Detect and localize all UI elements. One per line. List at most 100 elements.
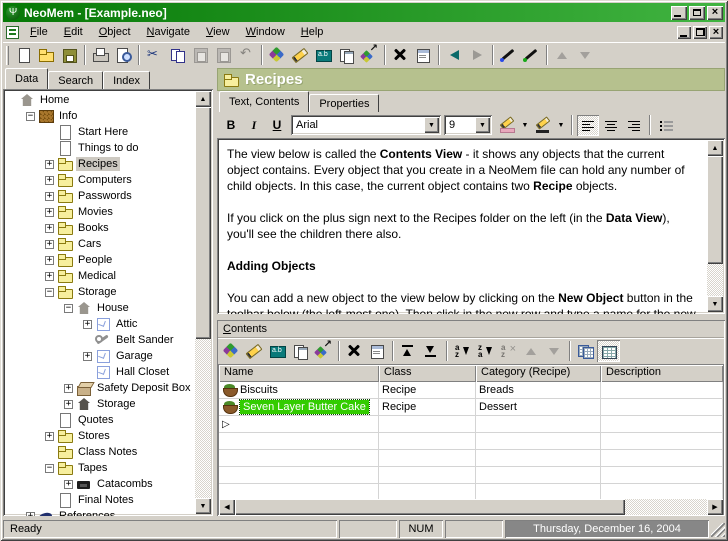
tree-item-final-notes[interactable]: Final Notes <box>3 492 195 508</box>
mdi-close-button[interactable]: × <box>709 26 723 39</box>
demote-object-button[interactable] <box>420 340 443 362</box>
expander-plus-icon[interactable]: + <box>64 400 73 409</box>
tab-search[interactable]: Search <box>48 71 103 89</box>
scrollbar-thumb[interactable] <box>707 156 723 264</box>
new-row[interactable]: ▷ <box>219 416 723 433</box>
tree-item-things-to-do[interactable]: Things to do <box>3 140 195 156</box>
align-right-button[interactable] <box>623 115 645 136</box>
chevron-down-icon[interactable]: ▼ <box>424 117 439 133</box>
copy-button[interactable] <box>166 44 189 66</box>
scroll-up-button[interactable]: ▲ <box>195 91 211 107</box>
highlight-color-dropdown[interactable]: ▼ <box>555 115 567 136</box>
expander-plus-icon[interactable]: + <box>45 256 54 265</box>
column-header-category-recipe[interactable]: Category (Recipe) <box>476 365 601 382</box>
expander-plus-icon[interactable]: + <box>26 512 35 517</box>
tree-item-home[interactable]: Home <box>3 92 195 108</box>
tree-item-cars[interactable]: +Cars <box>3 236 195 252</box>
menu-window[interactable]: Window <box>238 23 293 41</box>
expander-minus-icon[interactable]: − <box>45 288 54 297</box>
scroll-down-button[interactable]: ▼ <box>195 498 211 514</box>
tree-item-references[interactable]: +References <box>3 508 195 516</box>
scroll-left-button[interactable]: ◀ <box>219 499 235 515</box>
expander-minus-icon[interactable]: − <box>64 304 73 313</box>
tree-item-computers[interactable]: +Computers <box>3 172 195 188</box>
rename-object-button[interactable] <box>266 340 289 362</box>
bold-button[interactable]: B <box>220 115 242 136</box>
tree-item-storage[interactable]: −Storage <box>3 284 195 300</box>
tree-item-catacombs[interactable]: +Catacombs <box>3 476 195 492</box>
close-button[interactable]: × <box>707 6 723 20</box>
chevron-down-icon[interactable]: ▼ <box>475 117 490 133</box>
move-object-button[interactable] <box>358 44 381 66</box>
tree-item-tapes[interactable]: −Tapes <box>3 460 195 476</box>
toolbar-grip[interactable] <box>6 46 9 65</box>
tree-item-books[interactable]: +Books <box>3 220 195 236</box>
expander-plus-icon[interactable]: + <box>83 320 92 329</box>
font-size-select[interactable]: 9 ▼ <box>444 115 492 135</box>
expander-plus-icon[interactable]: + <box>45 272 54 281</box>
object-properties-button[interactable] <box>412 44 435 66</box>
tab-properties[interactable]: Properties <box>309 94 379 112</box>
new-object-button[interactable] <box>266 44 289 66</box>
document-system-icon[interactable] <box>6 26 19 39</box>
resize-grip[interactable] <box>711 523 725 537</box>
duplicate-object-button[interactable] <box>335 44 358 66</box>
tree-item-hall-closet[interactable]: Hall Closet <box>3 364 195 380</box>
tree-vertical-scrollbar[interactable]: ▲ ▼ <box>195 91 211 514</box>
expander-plus-icon[interactable]: + <box>45 160 54 169</box>
copy-grid-button[interactable] <box>574 340 597 362</box>
delete-object-button[interactable] <box>343 340 366 362</box>
scroll-right-button[interactable]: ▶ <box>707 499 723 515</box>
cut-button[interactable] <box>143 44 166 66</box>
wizard-new-class-button[interactable] <box>520 44 543 66</box>
tree-item-passwords[interactable]: +Passwords <box>3 188 195 204</box>
expander-plus-icon[interactable]: + <box>45 432 54 441</box>
expander-plus-icon[interactable]: + <box>45 192 54 201</box>
print-preview-button[interactable] <box>112 44 135 66</box>
new-object-button[interactable] <box>220 340 243 362</box>
scrollbar-thumb[interactable] <box>235 499 625 515</box>
tab-data[interactable]: Data <box>5 68 48 89</box>
table-row[interactable]: BiscuitsRecipeBreads <box>219 382 723 399</box>
maximize-button[interactable] <box>689 6 705 20</box>
edit-object-button[interactable] <box>289 44 312 66</box>
column-header-description[interactable]: Description <box>601 365 723 382</box>
open-file-button[interactable] <box>35 44 58 66</box>
align-left-button[interactable] <box>577 115 599 136</box>
menu-file[interactable]: File <box>22 23 56 41</box>
tree-item-info[interactable]: −Info <box>3 108 195 124</box>
italic-button[interactable]: I <box>243 115 265 136</box>
scroll-down-button[interactable]: ▼ <box>707 296 723 312</box>
edit-object-button[interactable] <box>243 340 266 362</box>
tree-item-attic[interactable]: +Attic <box>3 316 195 332</box>
wizard-add-object-button[interactable] <box>497 44 520 66</box>
mdi-restore-button[interactable] <box>693 26 707 39</box>
menu-help[interactable]: Help <box>293 23 332 41</box>
expander-plus-icon[interactable]: + <box>64 480 73 489</box>
text-color-dropdown[interactable]: ▼ <box>519 115 531 136</box>
rename-object-button[interactable] <box>312 44 335 66</box>
bullet-list-button[interactable] <box>655 115 677 136</box>
menu-object[interactable]: Object <box>91 23 139 41</box>
tree-item-storage[interactable]: +Storage <box>3 396 195 412</box>
expander-minus-icon[interactable]: − <box>45 464 54 473</box>
menu-edit[interactable]: Edit <box>56 23 91 41</box>
rich-text-content[interactable]: The view below is called the Contents Vi… <box>217 138 707 314</box>
tree-item-house[interactable]: −House <box>3 300 195 316</box>
scrollbar-thumb[interactable] <box>195 107 211 339</box>
sort-descending-button[interactable] <box>474 340 497 362</box>
toggle-grid-view-button[interactable] <box>597 340 620 362</box>
expander-minus-icon[interactable]: − <box>26 112 35 121</box>
text-color-button[interactable] <box>496 115 518 136</box>
save-file-button[interactable] <box>58 44 81 66</box>
tree-item-belt-sander[interactable]: Belt Sander <box>3 332 195 348</box>
navigate-back-button[interactable] <box>443 44 466 66</box>
tree-item-stores[interactable]: +Stores <box>3 428 195 444</box>
tree-item-class-notes[interactable]: Class Notes <box>3 444 195 460</box>
object-properties-button[interactable] <box>366 340 389 362</box>
new-file-button[interactable] <box>12 44 35 66</box>
grid-horizontal-scrollbar[interactable]: ◀ ▶ <box>219 499 723 515</box>
tree-item-movies[interactable]: +Movies <box>3 204 195 220</box>
expander-plus-icon[interactable]: + <box>45 240 54 249</box>
menu-view[interactable]: View <box>198 23 238 41</box>
